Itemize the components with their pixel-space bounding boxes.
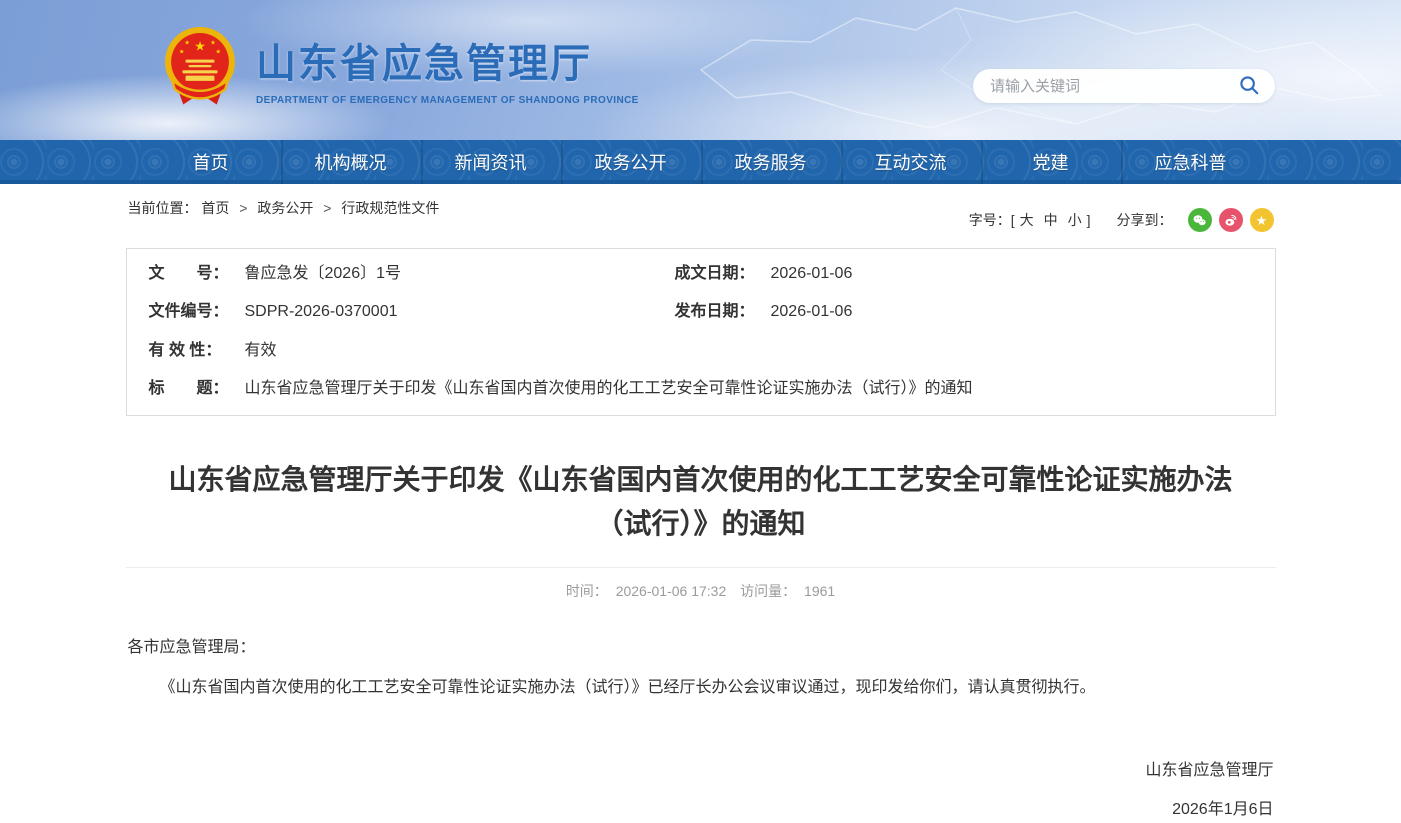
share-qzone-star-icon[interactable]: ★ — [1250, 208, 1274, 232]
publish-date-value: 2026-01-06 — [771, 301, 1265, 323]
site-brand-text: 山东省应急管理厅 DEPARTMENT OF EMERGENCY MANAGEM… — [256, 31, 639, 106]
meta-row-title: 标 题： 山东省应急管理厅关于印发《山东省国内首次使用的化工工艺安全可靠性论证实… — [127, 370, 1275, 408]
svg-text:★: ★ — [179, 49, 185, 56]
share-label: 分享到： — [1117, 210, 1173, 230]
content: 当前位置： 首页 > 政务公开 > 行政规范性文件 字号：[ 大 中 小 ] 分… — [126, 184, 1276, 823]
salutation: 各市应急管理局： — [128, 634, 1274, 661]
doc-title-value: 山东省应急管理厅关于印发《山东省国内首次使用的化工工艺安全可靠性论证实施办法（试… — [245, 378, 1265, 400]
doc-number-value: 鲁应急发〔2026〕1号 — [245, 263, 675, 285]
share-wechat-icon[interactable] — [1188, 208, 1212, 232]
svg-text:★: ★ — [216, 49, 222, 56]
validity-value: 有效 — [245, 340, 1265, 362]
breadcrumb-separator: > — [239, 200, 247, 216]
page-tools: 字号：[ 大 中 小 ] 分享到： — [969, 208, 1274, 232]
wechat-icon — [1192, 213, 1207, 228]
file-code-value: SDPR-2026-0370001 — [245, 301, 675, 323]
nav-item-gov-disclosure[interactable]: 政务公开 — [561, 140, 701, 184]
written-date-label: 成文日期： — [675, 263, 771, 285]
signature-date: 2026年1月6日 — [128, 796, 1274, 823]
nav-item-interaction[interactable]: 互动交流 — [841, 140, 981, 184]
site-brand[interactable]: ★ ★ ★ ★ ★ 山东省应急管理厅 DEPARTMENT OF EMERGEN… — [162, 24, 639, 112]
publish-date-label: 发布日期： — [675, 301, 771, 323]
nav-item-home[interactable]: 首页 — [141, 140, 281, 184]
site-search — [973, 69, 1275, 103]
search-icon — [1238, 74, 1260, 96]
breadcrumb-toolbar-row: 当前位置： 首页 > 政务公开 > 行政规范性文件 字号：[ 大 中 小 ] 分… — [126, 184, 1276, 240]
nav-item-party-building[interactable]: 党建 — [981, 140, 1121, 184]
file-code-label: 文件编号： — [149, 301, 245, 323]
validity-label: 有 效 性： — [149, 340, 245, 362]
visits-label: 访问量： — [740, 583, 796, 599]
breadcrumb-home[interactable]: 首页 — [201, 200, 229, 216]
nav-item-org-overview[interactable]: 机构概况 — [281, 140, 421, 184]
article-meta: 时间： 2026-01-06 17:32 访问量： 1961 — [126, 567, 1276, 601]
meta-row-file-code: 文件编号： SDPR-2026-0370001 发布日期： 2026-01-06 — [127, 293, 1275, 331]
site-header: ★ ★ ★ ★ ★ 山东省应急管理厅 DEPARTMENT OF EMERGEN… — [0, 0, 1401, 140]
doc-number-label: 文 号： — [149, 263, 245, 285]
site-title: 山东省应急管理厅 — [256, 31, 639, 89]
nav-item-news[interactable]: 新闻资讯 — [421, 140, 561, 184]
written-date-value: 2026-01-06 — [771, 263, 1265, 285]
page: ★ ★ ★ ★ ★ 山东省应急管理厅 DEPARTMENT OF EMERGEN… — [0, 0, 1401, 823]
site-subtitle: DEPARTMENT OF EMERGENCY MANAGEMENT OF SH… — [256, 95, 639, 106]
breadcrumb-regulatory-documents[interactable]: 行政规范性文件 — [341, 200, 439, 216]
body-paragraph: 《山东省国内首次使用的化工工艺安全可靠性论证实施办法（试行）》已经厅长办公会议审… — [128, 674, 1274, 701]
breadcrumb-separator: > — [323, 200, 331, 216]
svg-text:★: ★ — [184, 39, 190, 46]
svg-text:★: ★ — [194, 39, 206, 54]
breadcrumb-prefix: 当前位置： — [128, 200, 198, 216]
breadcrumb-gov-disclosure[interactable]: 政务公开 — [257, 200, 313, 216]
star-icon: ★ — [1256, 214, 1268, 227]
doc-title-label: 标 题： — [149, 378, 245, 400]
signature-org: 山东省应急管理厅 — [128, 757, 1274, 784]
weibo-icon — [1223, 213, 1238, 228]
meta-row-doc-number: 文 号： 鲁应急发〔2026〕1号 成文日期： 2026-01-06 — [127, 255, 1275, 293]
nav-item-emergency-science[interactable]: 应急科普 — [1121, 140, 1261, 184]
main-nav-inner: 首页 机构概况 新闻资讯 政务公开 政务服务 互动交流 党建 应急科普 — [141, 140, 1261, 184]
search-button[interactable] — [1233, 69, 1275, 103]
article-body: 各市应急管理局： 《山东省国内首次使用的化工工艺安全可靠性论证实施办法（试行）》… — [126, 634, 1276, 823]
article-title: 山东省应急管理厅关于印发《山东省国内首次使用的化工工艺安全可靠性论证实施办法（试… — [149, 458, 1253, 548]
breadcrumb: 当前位置： 首页 > 政务公开 > 行政规范性文件 — [128, 198, 440, 218]
search-input[interactable] — [973, 78, 1233, 95]
national-emblem-icon: ★ ★ ★ ★ ★ — [162, 24, 238, 112]
font-size-label: 字号：[ — [969, 210, 1015, 230]
main-nav: 首页 机构概况 新闻资讯 政务公开 政务服务 互动交流 党建 应急科普 — [0, 140, 1401, 184]
visits-value: 1961 — [804, 583, 835, 599]
share-weibo-icon[interactable] — [1219, 208, 1243, 232]
font-size-large-button[interactable]: 大 — [1020, 210, 1034, 230]
meta-row-validity: 有 效 性： 有效 — [127, 332, 1275, 370]
font-size-small-button[interactable]: 小 — [1068, 210, 1082, 230]
font-size-medium-button[interactable]: 中 — [1044, 210, 1058, 230]
nav-item-gov-services[interactable]: 政务服务 — [701, 140, 841, 184]
time-value: 2026-01-06 17:32 — [616, 583, 727, 599]
document-meta-table: 文 号： 鲁应急发〔2026〕1号 成文日期： 2026-01-06 文件编号：… — [126, 248, 1276, 416]
font-size-label-close: ] — [1087, 212, 1091, 228]
time-label: 时间： — [566, 583, 608, 599]
svg-text:★: ★ — [210, 39, 216, 46]
